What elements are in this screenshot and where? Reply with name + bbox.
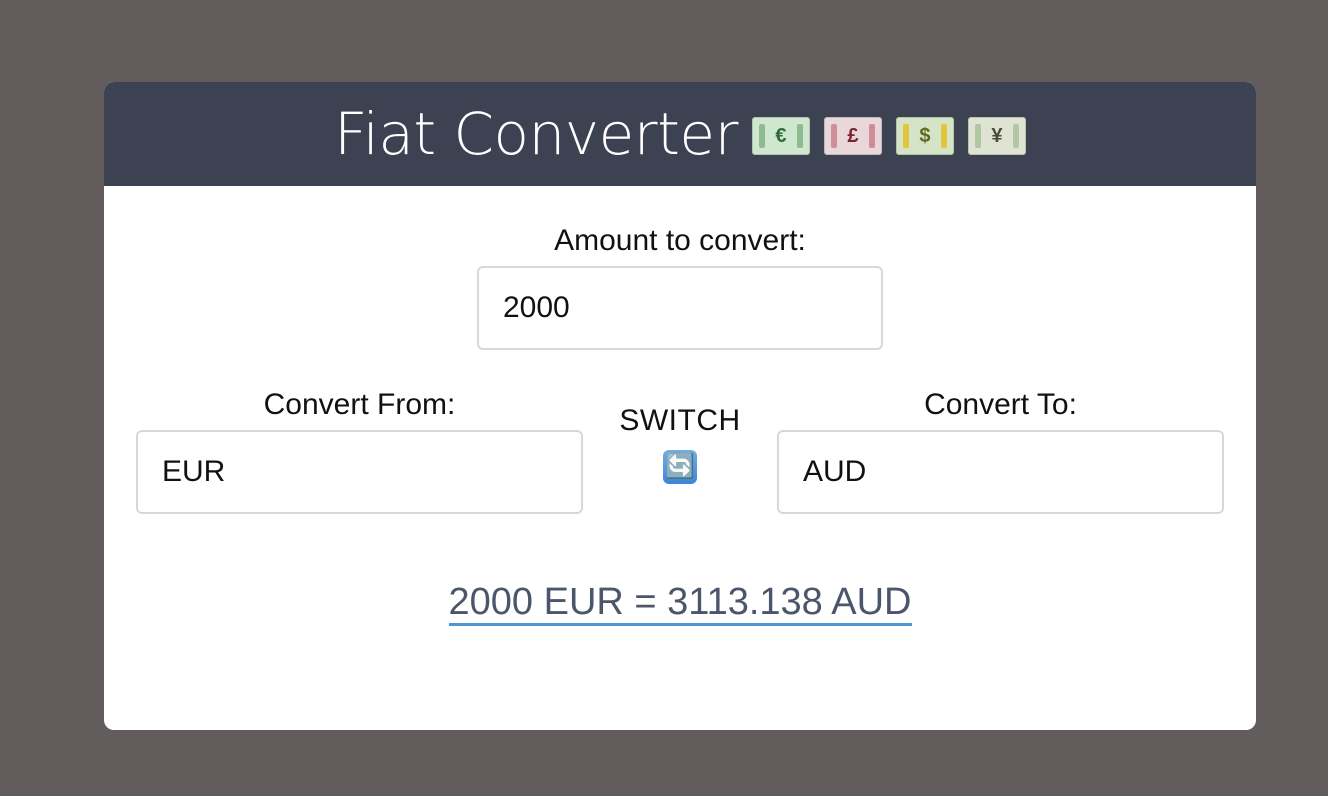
converter-card: Fiat Converter € £ $ ¥ Amount to convert… [104, 82, 1256, 730]
switch-button[interactable]: SWITCH 🔄 [608, 404, 752, 484]
result-container: 2000 EUR = 3113.138 AUD [104, 581, 1256, 626]
pound-banknote-icon: £ [823, 117, 882, 155]
convert-from-select[interactable]: EUR [136, 430, 583, 514]
card-header: Fiat Converter € £ $ ¥ [104, 82, 1256, 186]
convert-from-label: Convert From: [263, 388, 456, 421]
euro-banknote-icon: € [751, 117, 810, 155]
amount-input[interactable] [477, 266, 883, 350]
dollar-banknote-icon: $ [895, 117, 954, 155]
convert-to-select[interactable]: AUD [777, 430, 1224, 514]
swap-arrows-icon[interactable]: 🔄 [663, 450, 697, 484]
amount-label: Amount to convert: [554, 224, 806, 257]
page-title: Fiat Converter [334, 100, 738, 168]
banknote-icons: € £ $ ¥ [751, 117, 1026, 155]
convert-to-label: Convert To: [924, 388, 1077, 421]
switch-label: SWITCH [619, 404, 741, 437]
yen-banknote-icon: ¥ [967, 117, 1026, 155]
conversion-result-link[interactable]: 2000 EUR = 3113.138 AUD [448, 581, 912, 626]
